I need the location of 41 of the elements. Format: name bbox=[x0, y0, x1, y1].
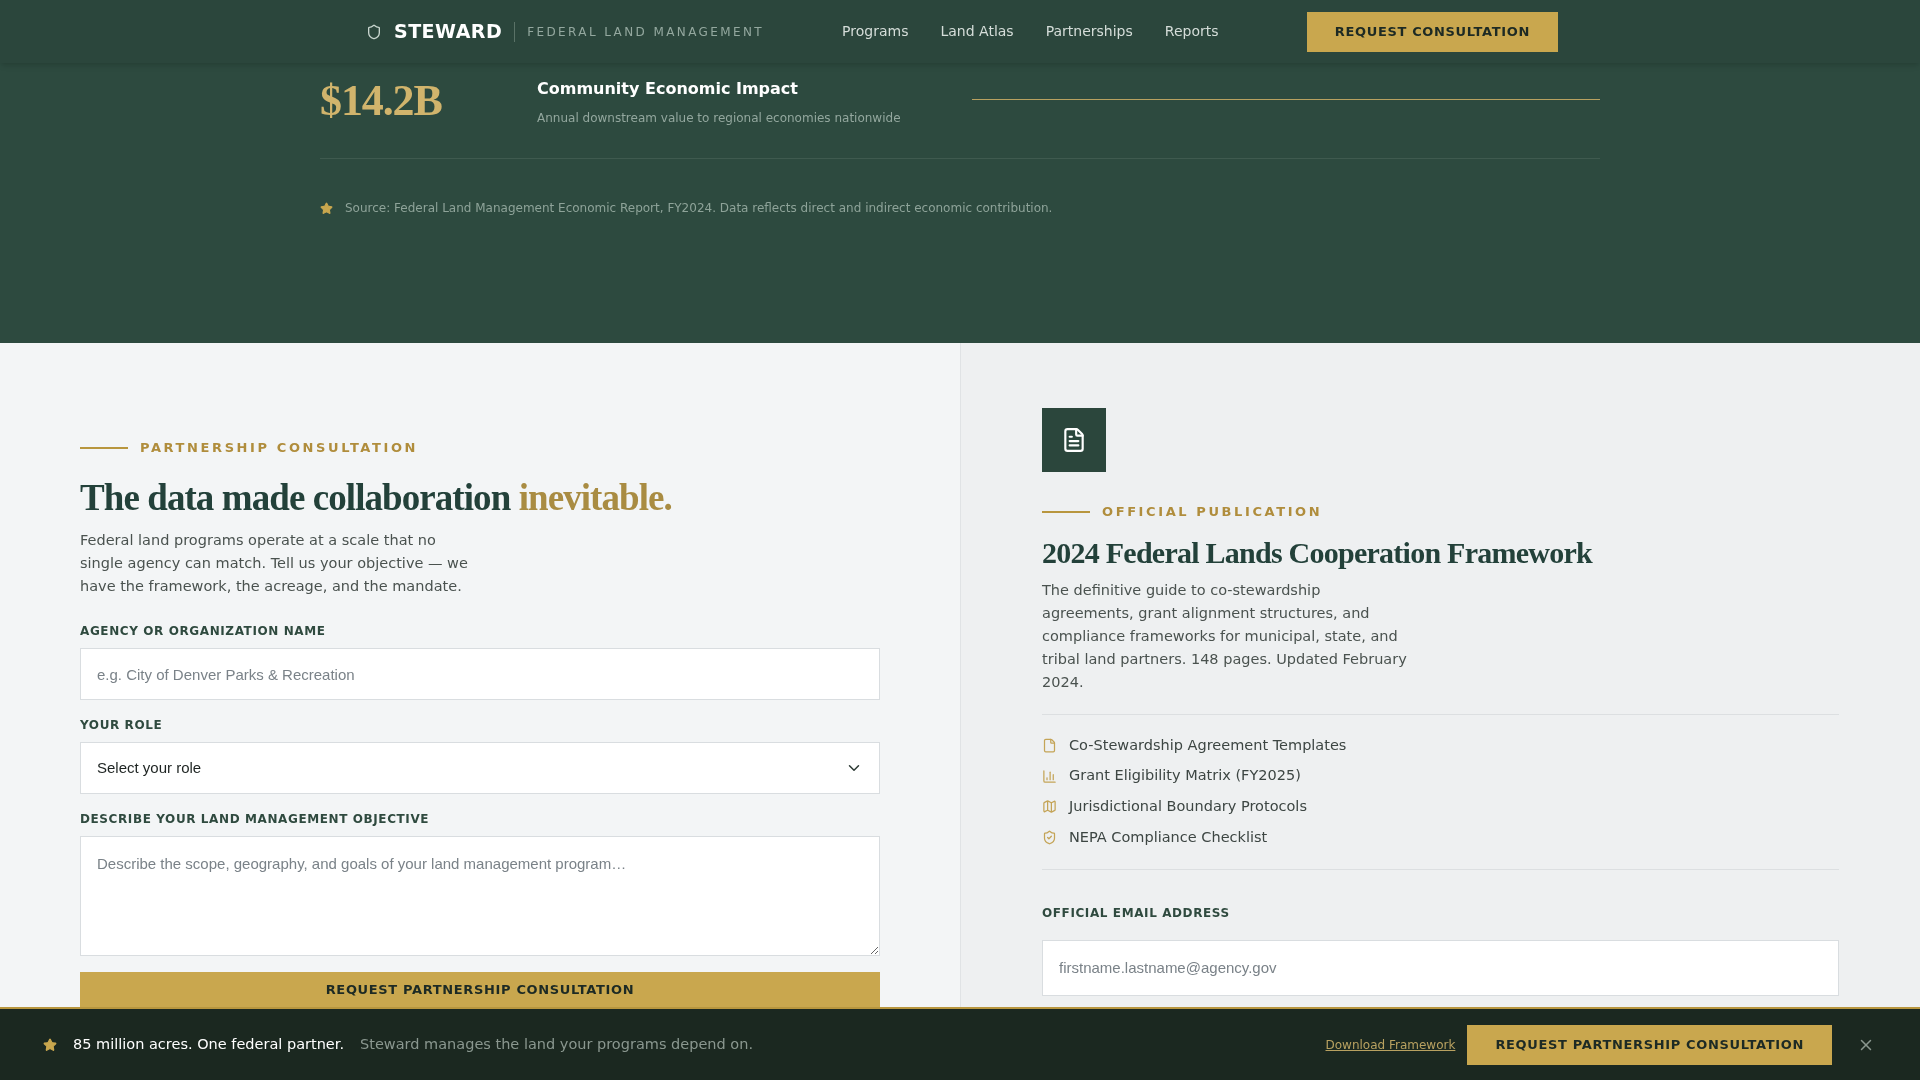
input-field[interactable]: e.g. City of Denver Parks & Recreation bbox=[80, 648, 880, 700]
shield-check-icon bbox=[1042, 830, 1057, 846]
select-field[interactable]: Select your role bbox=[80, 742, 880, 794]
section-eyebrow: OFFICIAL PUBLICATION bbox=[1102, 503, 1323, 521]
nav-link[interactable]: Reports bbox=[1164, 21, 1219, 42]
nav-link[interactable]: Land Atlas bbox=[940, 21, 1014, 42]
contents-item: Co-Stewardship Agreement Templates bbox=[1069, 735, 1347, 755]
banner-text: Steward manages the land your programs depend on. bbox=[360, 1034, 753, 1054]
field-label: OFFICIAL EMAIL ADDRESS bbox=[1042, 905, 1230, 920]
nav-link[interactable]: Partnerships bbox=[1045, 21, 1133, 42]
section-eyebrow: PARTNERSHIP CONSULTATION bbox=[140, 439, 419, 457]
field-label: YOUR ROLE bbox=[80, 717, 164, 734]
form-heading: The data made collaboration inevitable. bbox=[80, 475, 673, 520]
document-icon bbox=[1042, 737, 1057, 753]
consultation-button[interactable]: REQUEST CONSULTATION bbox=[1306, 11, 1558, 52]
banner-headline: 85 million acres. One federal partner. bbox=[73, 1034, 345, 1054]
star-icon bbox=[320, 201, 333, 215]
contents-item: Jurisdictional Boundary Protocols bbox=[1069, 797, 1307, 816]
publication-description: The definitive guide to co-stewardship agreements, grant alignment structures, and compliance frameworks for municipal, state, and tribal land partners. 148 pages. Updated February 2024. bbox=[1042, 580, 1408, 692]
stat-title: Community Economic Impact bbox=[537, 78, 799, 100]
bar-chart-icon bbox=[1042, 768, 1057, 784]
brand-tagline: FEDERAL LAND MANAGEMENT bbox=[527, 23, 765, 41]
shield-logo-icon bbox=[366, 23, 382, 40]
textarea-field[interactable]: Describe the scope, geography, and goals of your land management program… bbox=[80, 836, 880, 956]
field-label: DESCRIBE YOUR LAND MANAGEMENT OBJECTIVE bbox=[80, 811, 431, 828]
stat-value: $14.2B bbox=[320, 79, 443, 123]
form-intro: Federal land programs operate at a scale that no single agency can match. Tell us your objective — we have the framework, the acreage, and the mandate. bbox=[80, 531, 469, 596]
brand-name: STEWARD bbox=[394, 19, 503, 45]
banner-cta-button[interactable]: REQUEST PARTNERSHIP CONSULTATION bbox=[1467, 1024, 1832, 1065]
stat-description: Annual downstream value to regional economies nationwide bbox=[537, 110, 902, 127]
star-icon bbox=[43, 1037, 57, 1052]
nav-link[interactable]: Programs bbox=[842, 21, 909, 42]
email-field[interactable]: firstname.lastname@agency.gov bbox=[1042, 939, 1839, 996]
download-link[interactable]: Download Framework bbox=[1325, 1035, 1456, 1054]
publication-title: 2024 Federal Lands Cooperation Framework bbox=[1042, 534, 1594, 571]
contents-item: Grant Eligibility Matrix (FY2025) bbox=[1069, 766, 1301, 786]
source-note: Source: Federal Land Management Economic Report, FY2024. Data reflects direct and indirect economic contribution. bbox=[345, 200, 1053, 217]
map-icon bbox=[1042, 799, 1057, 815]
field-label: AGENCY OR ORGANIZATION NAME bbox=[80, 623, 327, 640]
document-icon bbox=[1061, 427, 1087, 453]
contents-item: NEPA Compliance Checklist bbox=[1069, 827, 1268, 847]
